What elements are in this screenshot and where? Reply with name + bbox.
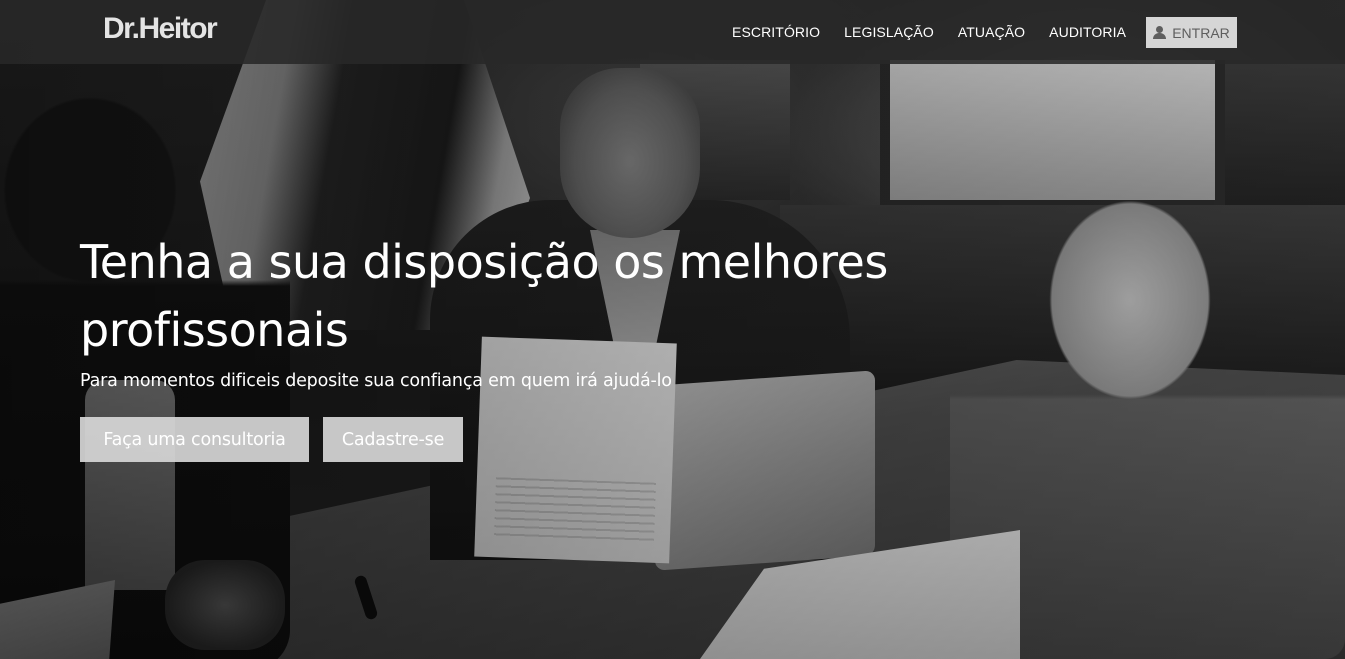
navbar: Dr.Heitor ESCRITÓRIO LEGISLAÇÃO ATUAÇÃO …: [0, 0, 1345, 64]
signup-button[interactable]: Cadastre-se: [323, 417, 463, 462]
nav-item-escritorio[interactable]: ESCRITÓRIO: [732, 24, 820, 40]
nav-item-auditoria[interactable]: AUDITORIA: [1049, 24, 1126, 40]
hero-subtitle: Para momentos dificeis deposite sua conf…: [80, 371, 672, 391]
hero-title: Tenha a sua disposição os melhores profi…: [80, 235, 888, 357]
consultation-button[interactable]: Faça uma consultoria: [80, 417, 309, 462]
main-nav: ESCRITÓRIO LEGISLAÇÃO ATUAÇÃO AUDITORIA: [732, 0, 1150, 64]
user-icon: [1153, 26, 1167, 39]
brand-logo[interactable]: Dr.Heitor: [103, 11, 218, 47]
page: Dr.Heitor ESCRITÓRIO LEGISLAÇÃO ATUAÇÃO …: [0, 0, 1345, 659]
nav-item-atuacao[interactable]: ATUAÇÃO: [958, 24, 1025, 40]
nav-item-legislacao[interactable]: LEGISLAÇÃO: [844, 24, 934, 40]
login-button[interactable]: ENTRAR: [1146, 17, 1237, 48]
login-button-label: ENTRAR: [1172, 24, 1230, 41]
